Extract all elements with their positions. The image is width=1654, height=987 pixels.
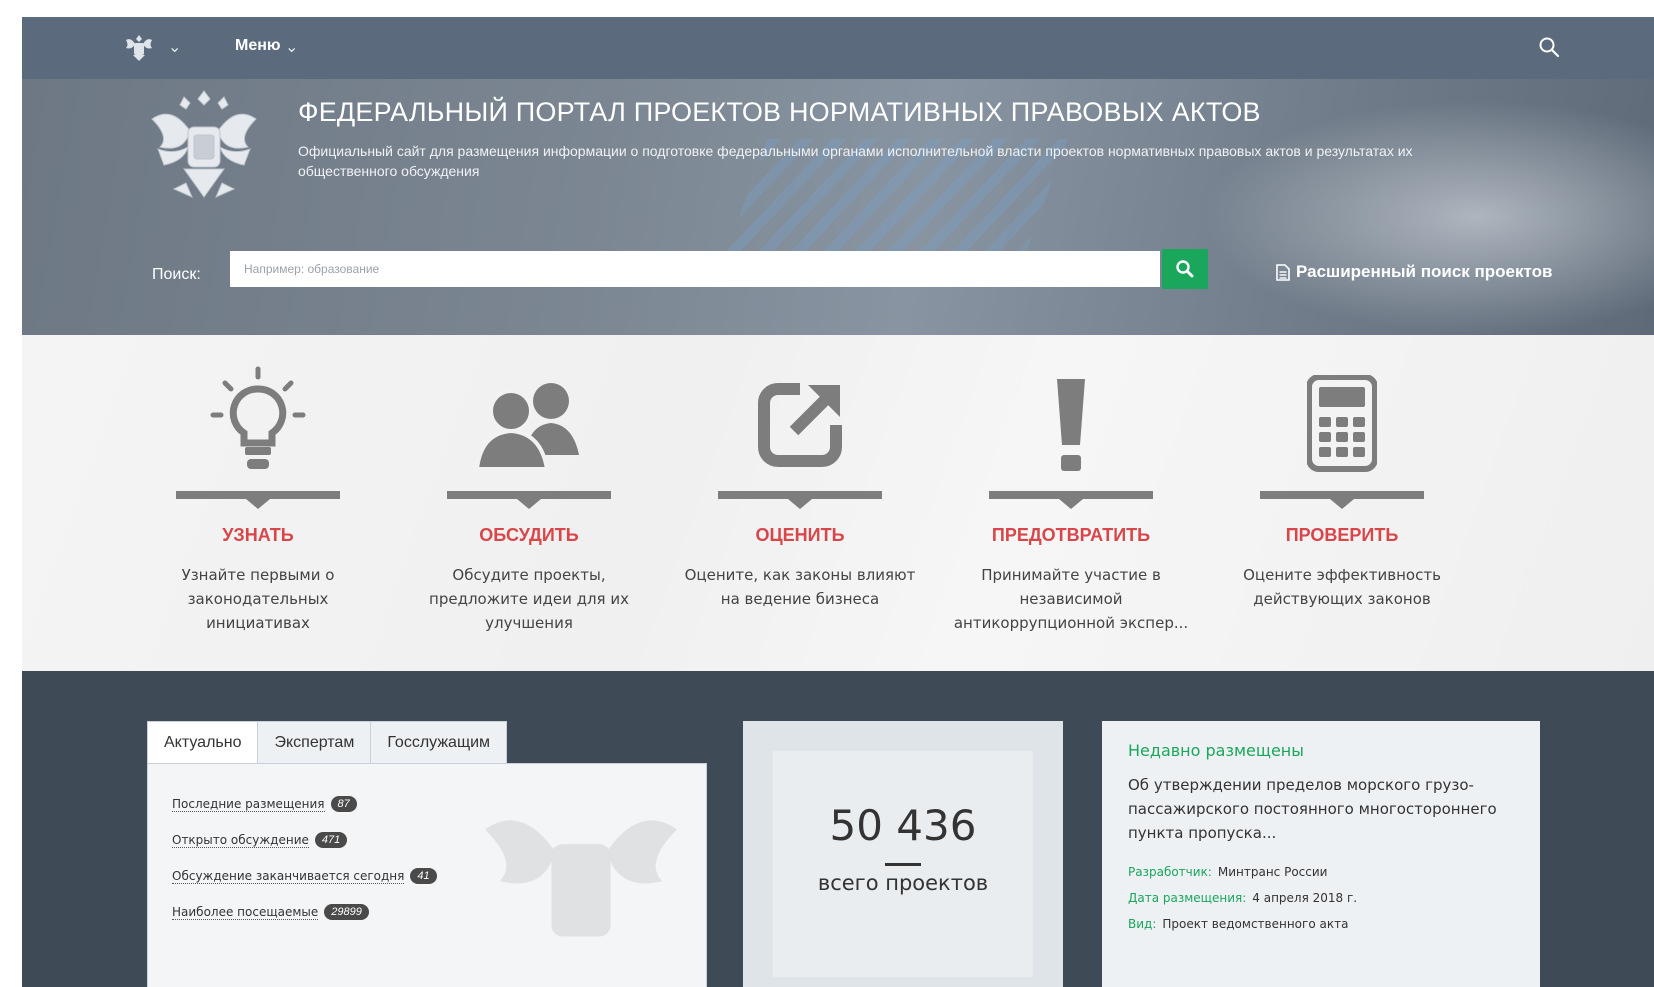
list-item[interactable]: Открыто обсуждение 471	[172, 832, 348, 848]
developer-value: Минтранс России	[1217, 865, 1328, 879]
search-icon[interactable]	[1537, 35, 1561, 59]
search-input[interactable]	[230, 251, 1160, 287]
recent-heading: Недавно размещены	[1128, 741, 1304, 760]
feature-description: Обсудите проекты, предложите идеи для их…	[429, 566, 629, 632]
hero-banner: ФЕДЕРАЛЬНЫЙ ПОРТАЛ ПРОЕКТОВ НОРМАТИВНЫХ …	[22, 79, 1654, 335]
chevron-down-icon[interactable]: ⌄	[285, 37, 298, 56]
feature-title[interactable]: ОБСУДИТЬ	[389, 525, 669, 546]
link-label[interactable]: Последние размещения	[172, 797, 325, 812]
bottom-section: Актуально Экспертам Госслужащим Последни…	[22, 671, 1654, 987]
feature-description: Принимайте участие в независимой антикор…	[953, 566, 1189, 632]
chevron-down-icon[interactable]: ⌄	[168, 37, 181, 56]
link-label[interactable]: Наиболее посещаемые	[172, 905, 319, 920]
feature-divider	[718, 491, 882, 499]
feature-title[interactable]: ПРОВЕРИТЬ	[1202, 525, 1482, 546]
tab-experts[interactable]: Экспертам	[257, 721, 372, 765]
date-value: 4 апреля 2018 г.	[1252, 891, 1358, 905]
list-item[interactable]: Наиболее посещаемые 29899	[172, 904, 369, 920]
projects-count-label: всего проектов	[817, 871, 989, 895]
search-button[interactable]	[1162, 249, 1208, 289]
developer-key: Разработчик:	[1128, 865, 1212, 879]
count-badge: 471	[314, 832, 348, 848]
page-title: ФЕДЕРАЛЬНЫЙ ПОРТАЛ ПРОЕКТОВ НОРМАТИВНЫХ …	[298, 97, 1261, 127]
advanced-search-label: Расширенный поиск проектов	[1296, 262, 1553, 281]
divider	[885, 863, 921, 866]
people-icon	[459, 365, 599, 475]
feature-divider	[176, 491, 340, 499]
tab-civil-servants[interactable]: Госслужащим	[370, 721, 508, 765]
search-icon	[1176, 260, 1194, 278]
document-icon	[1276, 263, 1290, 281]
projects-count: 50 436	[829, 801, 977, 850]
feature-description: Оцените эффективность действующих законо…	[1243, 566, 1441, 608]
list-item[interactable]: Обсуждение заканчивается сегодня 41	[172, 868, 437, 884]
type-value: Проект ведомственного акта	[1162, 917, 1349, 931]
count-badge: 41	[410, 868, 437, 884]
feature-title[interactable]: ОЦЕНИТЬ	[660, 525, 940, 546]
feature-title[interactable]: УЗНАТЬ	[118, 525, 398, 546]
count-badge: 29899	[324, 904, 369, 920]
recent-project-title[interactable]: Об утверждении пределов морского грузо-п…	[1128, 773, 1518, 845]
tab-content: Последние размещения 87 Открыто обсужден…	[147, 763, 707, 987]
exclamation-icon	[1001, 365, 1141, 475]
portal-page: ⌄ Меню ⌄ ФЕДЕРАЛЬНЫЙ ПОРТАЛ ПРОЕКТОВ НОР…	[22, 17, 1654, 987]
feature-description: Узнайте первыми о законодательных инициа…	[181, 566, 335, 632]
tab-bar: Актуально Экспертам Госслужащим	[147, 721, 508, 765]
lightbulb-icon	[188, 365, 328, 475]
counter-card: 50 436 всего проектов	[773, 751, 1033, 977]
top-navigation-bar: ⌄ Меню ⌄	[22, 17, 1654, 79]
recent-projects-card: Недавно размещены Об утверждении предело…	[1102, 721, 1540, 987]
share-arrow-icon	[730, 365, 870, 475]
feature-divider	[1260, 491, 1424, 499]
feature-divider	[447, 491, 611, 499]
advanced-search-link[interactable]: Расширенный поиск проектов	[1276, 262, 1552, 282]
list-item[interactable]: Последние размещения 87	[172, 796, 357, 812]
tabs-panel: Актуально Экспертам Госслужащим Последни…	[147, 721, 707, 987]
menu-button[interactable]: Меню	[235, 37, 281, 55]
link-label[interactable]: Открыто обсуждение	[172, 833, 309, 848]
feature-divider	[989, 491, 1153, 499]
projects-counter: 50 436 всего проектов	[743, 721, 1063, 987]
tab-actual[interactable]: Актуально	[147, 721, 259, 765]
type-row: Вид: Проект ведомственного акта	[1128, 917, 1348, 931]
emblem-menu-icon[interactable]	[122, 31, 156, 65]
type-key: Вид:	[1128, 917, 1157, 931]
date-row: Дата размещения: 4 апреля 2018 г.	[1128, 891, 1357, 905]
feature-title[interactable]: ПРЕДОТВРАТИТЬ	[931, 525, 1211, 546]
calculator-icon	[1272, 365, 1412, 475]
developer-row: Разработчик: Минтранс России	[1128, 865, 1327, 879]
count-badge: 87	[330, 796, 357, 812]
link-label[interactable]: Обсуждение заканчивается сегодня	[172, 869, 405, 884]
feature-description: Оцените, как законы влияют на ведение би…	[684, 566, 916, 608]
coat-of-arms-watermark	[485, 820, 677, 937]
date-key: Дата размещения:	[1128, 891, 1247, 905]
coat-of-arms-logo	[151, 90, 257, 198]
features-section: УЗНАТЬ Узнайте первыми о законодательных…	[22, 335, 1654, 671]
background-decoration	[1202, 99, 1654, 335]
search-label: Поиск:	[152, 266, 201, 283]
page-subtitle: Официальный сайт для размещения информац…	[298, 143, 1413, 179]
